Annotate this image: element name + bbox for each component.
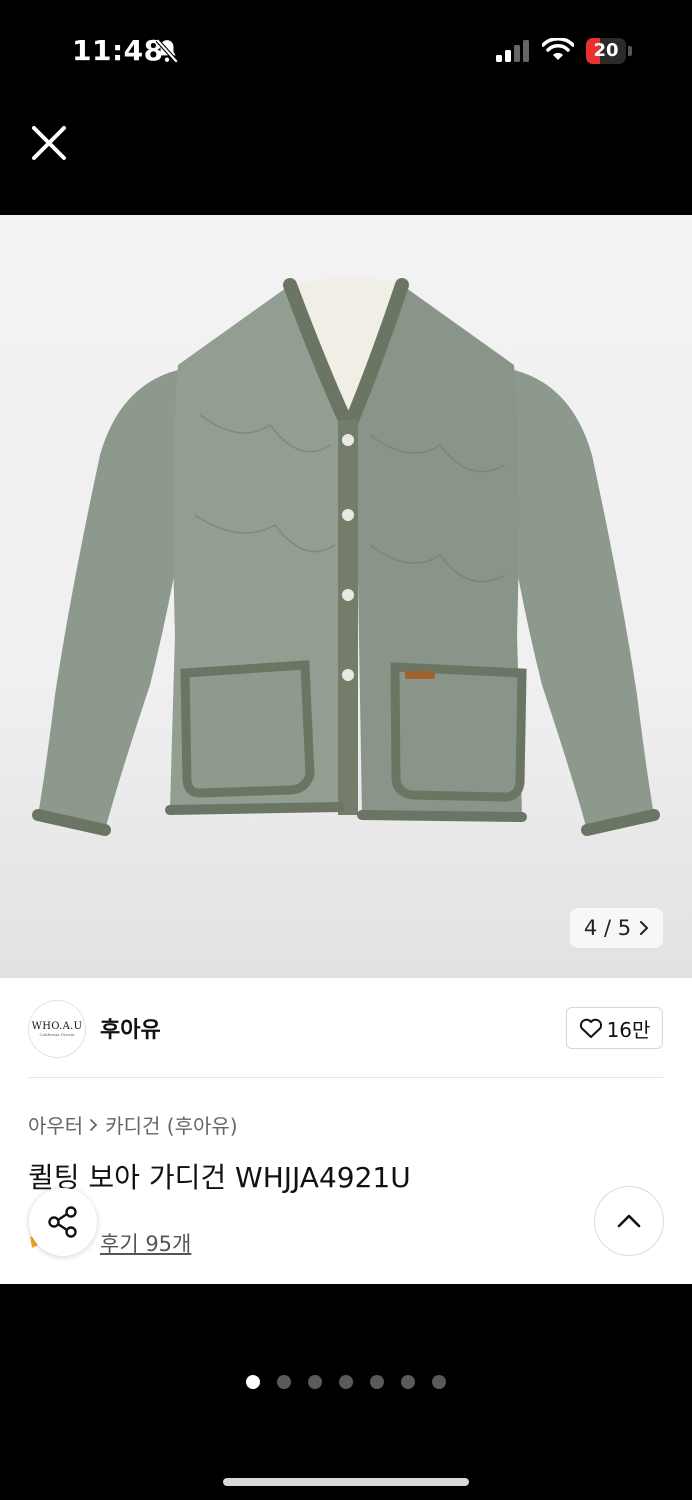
scroll-top-button[interactable] [594, 1186, 664, 1256]
breadcrumb-item-cardigan[interactable]: 카디건 (후아유) [105, 1110, 237, 1139]
page-dot[interactable] [246, 1375, 260, 1389]
share-button[interactable] [29, 1188, 97, 1256]
page-dot[interactable] [339, 1375, 353, 1389]
status-time: 11:48 [72, 34, 164, 67]
wifi-icon [542, 38, 574, 60]
divider [28, 1077, 663, 1078]
breadcrumb-item-outer[interactable]: 아우터 [28, 1110, 83, 1139]
page-dot[interactable] [370, 1375, 384, 1389]
like-button[interactable]: 16만 [566, 1007, 663, 1049]
battery-tip [628, 46, 632, 56]
image-counter[interactable]: 4 / 5 [570, 908, 663, 948]
breadcrumb: 아우터 카디건 (후아유) [28, 1110, 238, 1139]
share-icon [48, 1206, 77, 1238]
chevron-up-icon [617, 1214, 641, 1228]
home-indicator[interactable] [223, 1478, 469, 1486]
brand-logo[interactable]: WHO.A.U California Dream [28, 1000, 86, 1058]
heart-icon [579, 1018, 602, 1038]
battery-icon: 20 [586, 38, 626, 64]
chevron-right-icon [90, 1118, 98, 1131]
page-indicator [0, 1375, 692, 1389]
bell-off-icon [155, 38, 179, 64]
chevron-right-icon [640, 921, 649, 935]
image-counter-text: 4 / 5 [583, 916, 632, 940]
battery-level: 20 [593, 40, 619, 61]
page-dot[interactable] [401, 1375, 415, 1389]
page-dot[interactable] [432, 1375, 446, 1389]
jacket-image [32, 277, 660, 836]
like-count: 16만 [606, 1017, 651, 1042]
signal-icon [496, 40, 529, 62]
product-image[interactable] [0, 215, 692, 978]
product-title: 퀼팅 보아 가디건 WHJJA4921U [28, 1161, 411, 1194]
page-dot[interactable] [277, 1375, 291, 1389]
brand-logo-subtext: California Dream [39, 1032, 75, 1037]
close-icon[interactable] [28, 122, 70, 164]
brand-logo-text: WHO.A.U [31, 1021, 83, 1032]
brand-name[interactable]: 후아유 [100, 1012, 161, 1044]
page-dot[interactable] [308, 1375, 322, 1389]
review-link[interactable]: 후기 95개 [100, 1228, 191, 1258]
